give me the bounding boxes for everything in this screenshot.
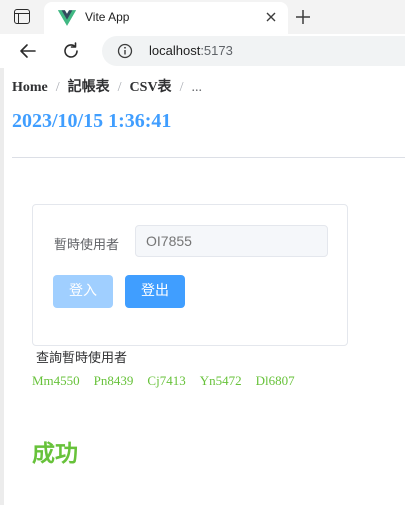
breadcrumb-ellipsis: ...	[191, 80, 202, 95]
logout-button[interactable]: 登出	[125, 275, 185, 308]
temp-user-label: 暫時使用者	[54, 238, 120, 253]
browser-tab-strip: Vite App	[0, 0, 405, 34]
window-icon[interactable]	[14, 9, 30, 24]
back-arrow-icon[interactable]	[17, 40, 39, 62]
tab-title: Vite App	[85, 10, 130, 24]
url-port: :5173	[200, 43, 233, 58]
reload-icon[interactable]	[60, 40, 82, 62]
url-text: localhost:5173	[149, 43, 233, 58]
temp-user-link[interactable]: Cj7413	[147, 373, 185, 388]
info-icon[interactable]	[117, 43, 133, 59]
breadcrumb-home[interactable]: Home	[12, 80, 48, 95]
breadcrumb-csv[interactable]: CSV表	[130, 80, 172, 95]
breadcrumb-separator: /	[179, 80, 184, 95]
breadcrumb-separator: /	[55, 80, 60, 95]
temp-user-input[interactable]	[135, 225, 328, 257]
address-bar[interactable]: localhost:5173	[102, 36, 405, 66]
close-icon[interactable]	[263, 9, 279, 25]
browser-toolbar: localhost:5173	[0, 34, 405, 68]
temp-user-card: 暫時使用者 登入 登出	[32, 204, 348, 346]
status-message: 成功	[32, 441, 78, 467]
browser-tab[interactable]: Vite App	[44, 2, 288, 34]
temp-user-link[interactable]: Pn8439	[94, 373, 134, 388]
temp-user-link[interactable]: Mm4550	[32, 373, 80, 388]
breadcrumb: Home / 記帳表 / CSV表 /...	[12, 76, 202, 96]
breadcrumb-separator: /	[117, 80, 122, 95]
current-datetime: 2023/10/15 1:36:41	[12, 110, 172, 132]
login-button[interactable]: 登入	[53, 275, 113, 308]
query-temp-users-title: 查詢暫時使用者	[36, 351, 128, 366]
plus-icon[interactable]	[294, 8, 312, 26]
url-host: localhost	[149, 43, 201, 58]
temp-user-link[interactable]: Dl6807	[256, 373, 295, 388]
temp-user-list: Mm4550 Pn8439 Cj7413 Yn5472 Dl6807	[32, 373, 309, 389]
vue-logo-icon	[58, 10, 76, 26]
breadcrumb-ledger[interactable]: 記帳表	[68, 80, 110, 95]
viewport-edge	[0, 68, 4, 505]
temp-user-link[interactable]: Yn5472	[200, 373, 242, 388]
divider	[12, 157, 405, 158]
